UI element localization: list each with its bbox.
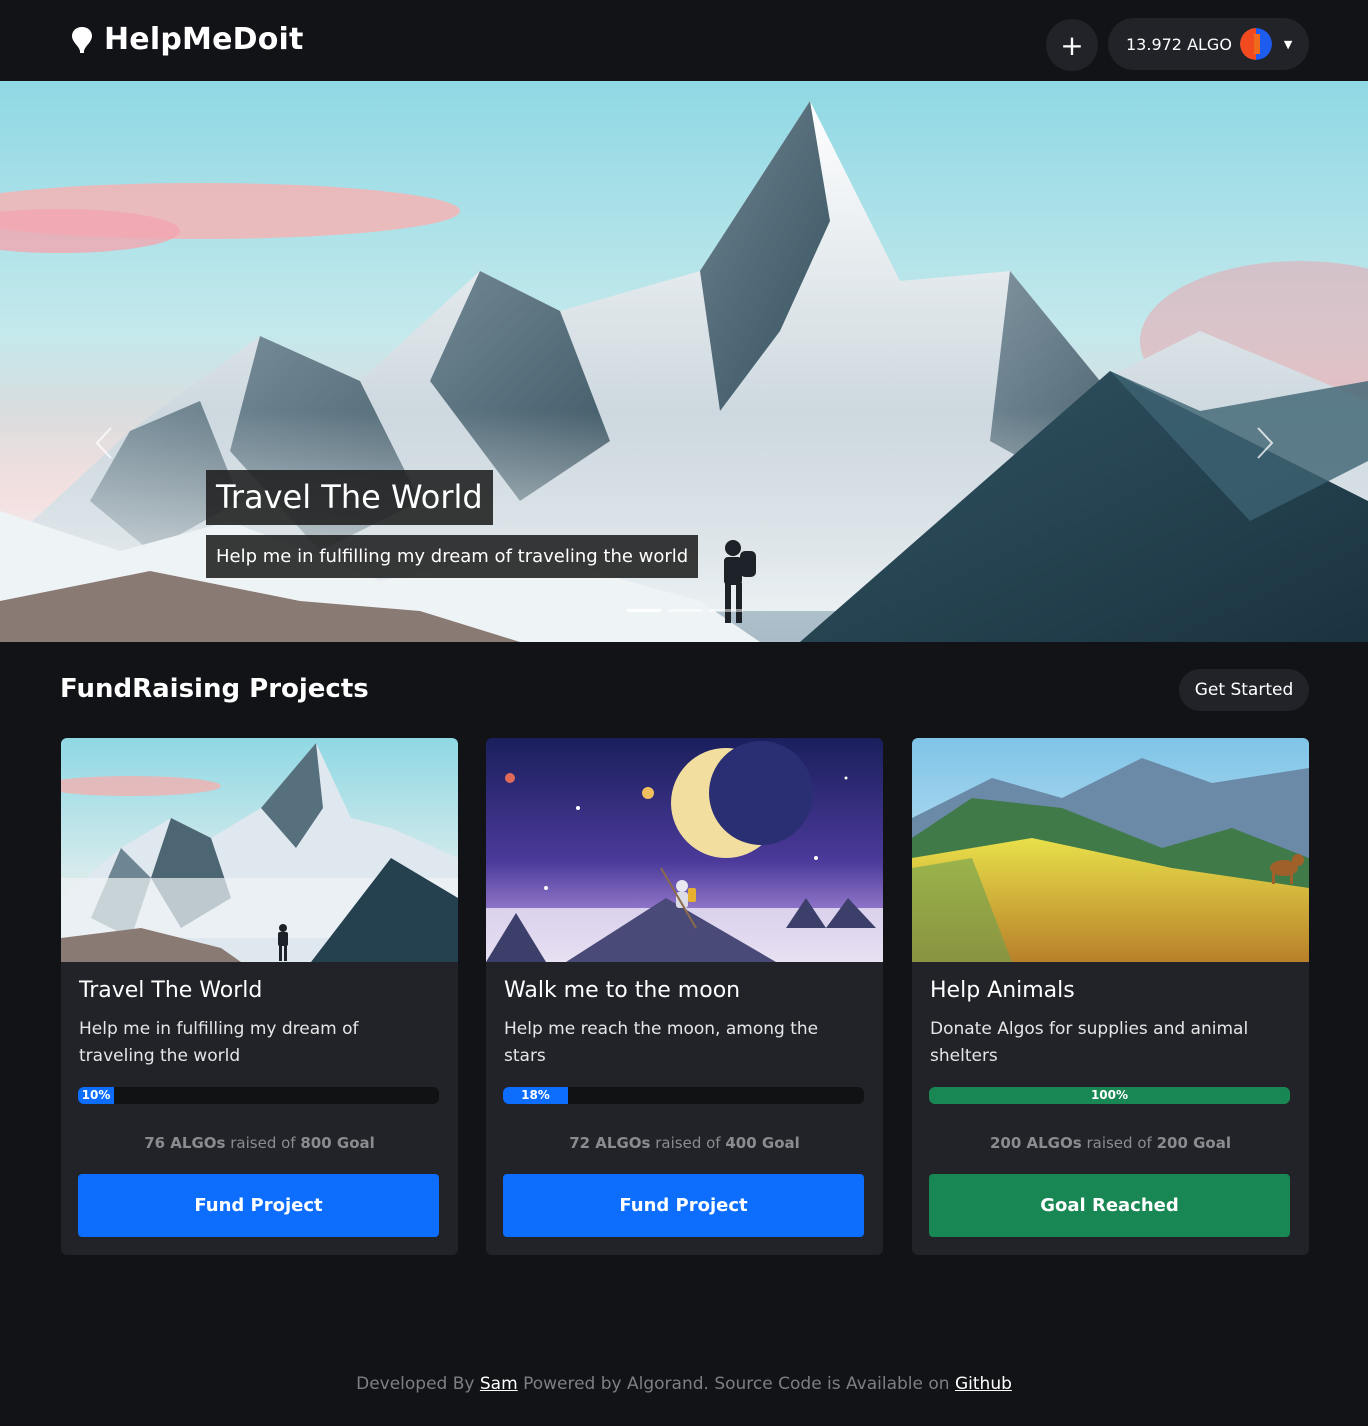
- hero-title: Travel The World: [206, 470, 493, 525]
- project-title: Walk me to the moon: [504, 978, 741, 1003]
- fund-project-button[interactable]: Fund Project: [503, 1174, 864, 1237]
- project-image: [912, 738, 1309, 962]
- hero-carousel: Travel The World Help me in fulfilling m…: [0, 81, 1368, 642]
- hero-subtitle: Help me in fulfilling my dream of travel…: [206, 535, 699, 578]
- raised-of-label: raised of: [655, 1134, 721, 1152]
- author-link[interactable]: Sam: [480, 1374, 518, 1394]
- plus-icon: +: [1060, 28, 1084, 62]
- fund-project-button[interactable]: Fund Project: [78, 1174, 439, 1237]
- project-description: Donate Algos for supplies and animal she…: [930, 1019, 1249, 1066]
- goal-amount: 400 Goal: [725, 1134, 800, 1152]
- navbar: HelpMeDoit + 13.972 ALGO ▼: [0, 0, 1368, 81]
- carousel-indicator[interactable]: [627, 609, 661, 612]
- progress-bar: 100%: [929, 1087, 1290, 1104]
- footer-prefix: Developed By: [356, 1374, 475, 1394]
- goal-amount: 200 Goal: [1156, 1134, 1231, 1152]
- wallet-dropdown[interactable]: 13.972 ALGO ▼: [1108, 18, 1309, 70]
- add-project-button[interactable]: +: [1046, 19, 1098, 71]
- project-card: Walk me to the moon Help me reach the mo…: [486, 738, 883, 1255]
- progress-fill: 18%: [503, 1087, 568, 1104]
- carousel-indicator[interactable]: [668, 609, 702, 612]
- project-image: [486, 738, 883, 962]
- progress-fill: 10%: [78, 1087, 115, 1104]
- get-started-button[interactable]: Get Started: [1179, 669, 1309, 711]
- project-card: Travel The World Help me in fulfilling m…: [61, 738, 458, 1255]
- progress-bar: 10%: [78, 1087, 439, 1104]
- brand-name: HelpMeDoit: [104, 22, 304, 57]
- section-title: FundRaising Projects: [60, 674, 369, 704]
- chevron-right-icon[interactable]: [1255, 426, 1275, 460]
- project-card: Help Animals Donate Algos for supplies a…: [912, 738, 1309, 1255]
- progress-fill: 100%: [929, 1087, 1290, 1104]
- github-link[interactable]: Github: [955, 1374, 1012, 1394]
- raised-of-label: raised of: [1086, 1134, 1152, 1152]
- raised-summary: 72 ALGOs raised of 400 Goal: [486, 1134, 883, 1152]
- footer-middle: Powered by Algorand. Source Code is Avai…: [523, 1374, 950, 1394]
- project-image: [61, 738, 458, 962]
- project-title: Travel The World: [79, 978, 263, 1003]
- goal-reached-button[interactable]: Goal Reached: [929, 1174, 1290, 1237]
- wallet-balance: 13.972 ALGO: [1126, 34, 1232, 54]
- chevron-left-icon[interactable]: [94, 426, 114, 460]
- raised-amount: 76 ALGOs: [144, 1134, 226, 1152]
- brand[interactable]: HelpMeDoit: [70, 22, 304, 57]
- raised-of-label: raised of: [230, 1134, 296, 1152]
- footer: Developed By Sam Powered by Algorand. So…: [0, 1374, 1368, 1394]
- progress-bar: 18%: [503, 1087, 864, 1104]
- project-description: Help me reach the moon, among the stars: [504, 1019, 819, 1066]
- raised-amount: 72 ALGOs: [569, 1134, 651, 1152]
- caret-down-icon: ▼: [1283, 37, 1293, 51]
- project-title: Help Animals: [930, 978, 1075, 1003]
- raised-amount: 200 ALGOs: [989, 1134, 1082, 1152]
- carousel-indicator[interactable]: [709, 609, 743, 612]
- goal-amount: 800 Goal: [300, 1134, 375, 1152]
- raised-summary: 76 ALGOs raised of 800 Goal: [61, 1134, 458, 1152]
- wallet-avatar: [1239, 28, 1272, 60]
- pin-icon: [72, 26, 92, 53]
- carousel-indicators: [627, 609, 743, 612]
- project-description: Help me in fulfilling my dream of travel…: [79, 1019, 359, 1066]
- raised-summary: 200 ALGOs raised of 200 Goal: [912, 1134, 1309, 1152]
